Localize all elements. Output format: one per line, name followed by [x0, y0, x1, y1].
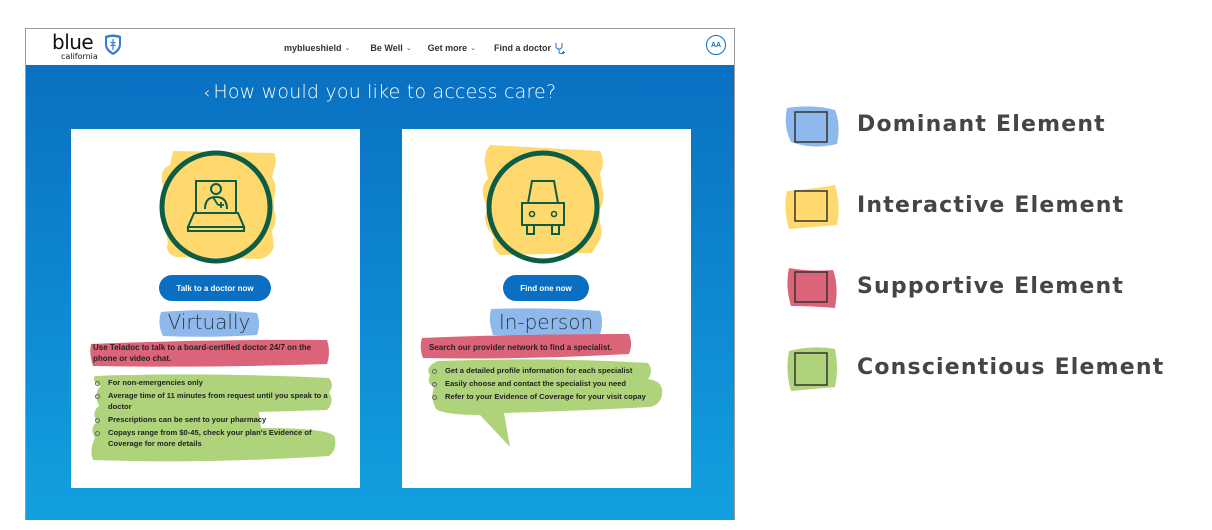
list-item: Get a detailed profile information for e… [430, 365, 670, 376]
mode-label-in-person: In-person [498, 310, 594, 334]
legend-label: Supportive Element [857, 274, 1125, 299]
mode-label-virtually: Virtually [167, 310, 251, 334]
page-title-text: How would you like to access care? [213, 81, 557, 103]
virtual-care-card: Talk to a doctor now Virtually Use Telad… [71, 129, 360, 488]
chevron-down-icon: ⌄ [344, 45, 351, 52]
virtual-benefits-list: For non-emergencies only Average time of… [93, 377, 337, 451]
nav-find-a-doctor[interactable]: Find a doctor [494, 42, 566, 54]
find-one-now-button[interactable]: Find one now [503, 275, 589, 301]
list-item: Easily choose and contact the specialist… [430, 378, 670, 389]
talk-to-doctor-button[interactable]: Talk to a doctor now [159, 275, 271, 301]
in-person-description: Search our provider network to find a sp… [429, 343, 613, 352]
blue-shield-logo[interactable]: blue california [52, 30, 132, 65]
nav-myblueshield-label: myblueshield [284, 43, 342, 53]
website-mockup: blue california myblueshield ⌄ Be Well ⌄… [25, 28, 735, 520]
page-title: ‹ How would you like to access care? [26, 81, 734, 103]
virtual-icon-area [156, 147, 276, 275]
legend-item-dominant: Dominant Element [783, 104, 1203, 148]
chevron-down-icon: ⌄ [470, 45, 476, 52]
list-item: Copays range from $0-45, check your plan… [93, 427, 337, 449]
legend-label: Dominant Element [857, 112, 1106, 137]
car-icon [486, 150, 600, 264]
stethoscope-icon [555, 43, 565, 54]
legend-item-supportive: Supportive Element [783, 266, 1203, 310]
list-item: Average time of 11 minutes from request … [93, 390, 337, 412]
back-chevron-icon[interactable]: ‹ [204, 83, 211, 102]
in-person-icon-area [480, 143, 606, 271]
user-avatar[interactable]: AA [706, 35, 726, 55]
legend-label: Interactive Element [857, 193, 1125, 218]
list-item: Prescriptions can be sent to your pharma… [93, 414, 337, 425]
logo-subtitle: california [61, 52, 98, 61]
in-person-benefits-list: Get a detailed profile information for e… [430, 365, 670, 404]
top-navigation-bar: blue california myblueshield ⌄ Be Well ⌄… [26, 29, 734, 67]
virtual-description: Use Teladoc to talk to a board-certified… [93, 343, 312, 363]
nav-menu: myblueshield ⌄ Be Well ⌄ Get more ⌄ Find… [284, 29, 566, 67]
logo-word: blue [52, 30, 94, 54]
laptop-doctor-icon [159, 150, 273, 264]
dominant-swatch-icon [785, 106, 839, 147]
nav-myblueshield[interactable]: myblueshield ⌄ [284, 43, 350, 53]
legend-label: Conscientious Element [857, 355, 1165, 380]
list-item: For non-emergencies only [93, 377, 337, 388]
access-care-section: ‹ How would you like to access care? Tal… [26, 67, 734, 520]
nav-get-more-label: Get more [427, 43, 468, 53]
conscientious-swatch-icon [787, 347, 837, 391]
shield-caduceus-icon [105, 34, 121, 55]
nav-be-well-label: Be Well [370, 43, 403, 53]
list-item: Refer to your Evidence of Coverage for y… [430, 391, 670, 402]
legend-item-interactive: Interactive Element [783, 185, 1203, 229]
nav-be-well[interactable]: Be Well ⌄ [370, 43, 411, 53]
nav-get-more[interactable]: Get more ⌄ [428, 43, 476, 53]
interactive-swatch-icon [785, 185, 839, 229]
chevron-down-icon: ⌄ [405, 45, 412, 52]
supportive-swatch-icon [787, 268, 837, 308]
nav-find-a-doctor-label: Find a doctor [494, 43, 551, 53]
in-person-care-card: Find one now In-person Search our provid… [402, 129, 691, 488]
legend-item-conscientious: Conscientious Element [783, 347, 1203, 391]
